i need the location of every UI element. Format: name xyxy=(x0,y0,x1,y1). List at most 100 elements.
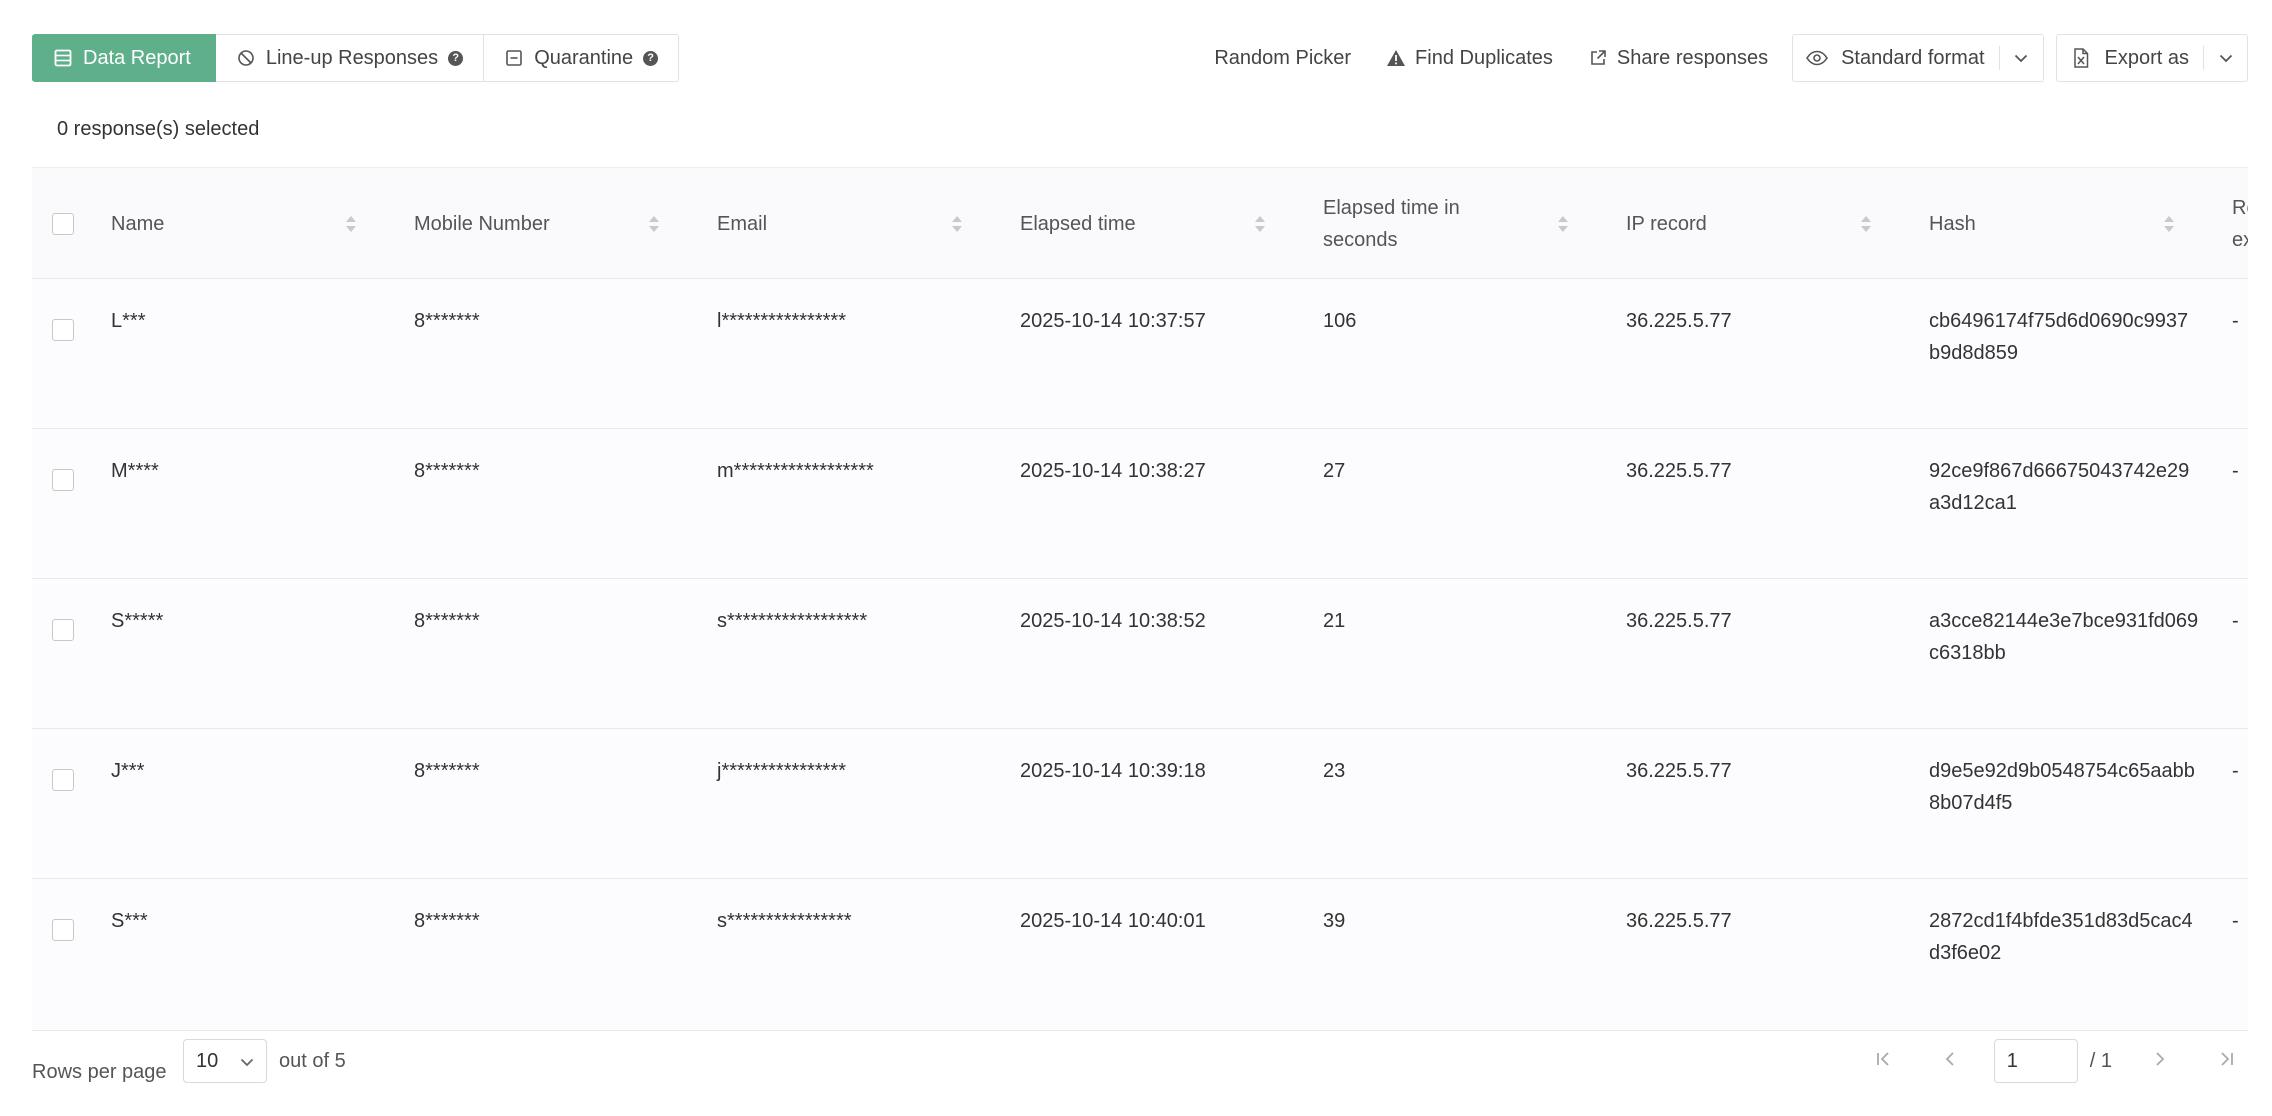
tab-label: Quarantine xyxy=(534,46,634,69)
table-icon xyxy=(53,48,73,68)
cell-elapsed-time: 2025-10-14 10:40:01 xyxy=(1020,910,1206,932)
toolbar-actions: Random Picker Find Duplicates Share resp… xyxy=(1180,34,2248,82)
cell-name: M**** xyxy=(111,460,159,482)
cell-mobile: 8******* xyxy=(414,310,480,332)
cell-email: s**************** xyxy=(717,910,852,932)
cell-ip-record: 36.225.5.77 xyxy=(1626,760,1732,782)
cell-elapsed-seconds: 23 xyxy=(1323,760,1346,782)
sort-icon[interactable] xyxy=(1860,215,1872,233)
format-value: Standard format xyxy=(1841,46,1985,69)
sort-icon[interactable] xyxy=(2163,215,2175,233)
chevron-down-icon xyxy=(1998,46,2043,70)
cell-hash: cb6496174f75d6d0690c9937b9d8d859 xyxy=(1929,310,2189,364)
cell-name: L*** xyxy=(111,310,146,332)
ban-icon xyxy=(236,48,256,68)
column-header-elapsed-time[interactable]: Elapsed time xyxy=(1020,168,1280,280)
rows-per-page-label: Rows per page xyxy=(32,1061,167,1083)
sort-icon[interactable] xyxy=(1557,215,1569,233)
help-icon[interactable]: ? xyxy=(448,50,464,66)
cell-hash: d9e5e92d9b0548754c65aabb8b07d4f5 xyxy=(1929,760,2195,814)
eye-icon xyxy=(1805,47,1829,69)
column-header-email[interactable]: Email xyxy=(717,168,977,280)
column-header-truncated[interactable]: Re ex xyxy=(2232,168,2248,280)
find-duplicates-button[interactable]: Find Duplicates xyxy=(1385,47,1553,70)
table-row[interactable]: L*** 8******* l**************** 2025-10-… xyxy=(32,279,2248,429)
random-picker-label: Random Picker xyxy=(1214,46,1352,69)
view-tabs: Data Report Line-up Responses ? Quaranti… xyxy=(32,34,680,82)
cell-mobile: 8******* xyxy=(414,760,480,782)
cell-ip-record: 36.225.5.77 xyxy=(1626,910,1732,932)
share-responses-label: Share responses xyxy=(1616,46,1769,69)
column-header-ip-record[interactable]: IP record xyxy=(1626,168,1886,280)
cell-extra: - xyxy=(2232,460,2239,482)
chevron-left-icon xyxy=(1941,1050,1959,1073)
responses-table: Name Mobile Number Email Elapsed time El… xyxy=(32,167,2248,1030)
row-checkbox[interactable] xyxy=(52,919,74,941)
cell-ip-record: 36.225.5.77 xyxy=(1626,310,1732,332)
cell-ip-record: 36.225.5.77 xyxy=(1626,460,1732,482)
row-checkbox[interactable] xyxy=(52,769,74,791)
random-picker-button[interactable]: Random Picker xyxy=(1214,47,1351,70)
selected-count: 0 response(s) selected xyxy=(57,118,260,140)
table-row[interactable]: S***** 8******* s****************** 2025… xyxy=(32,579,2248,729)
warning-icon xyxy=(1385,47,1407,69)
select-all-checkbox[interactable] xyxy=(52,213,74,235)
format-dropdown[interactable]: Standard format xyxy=(1792,34,2044,82)
share-responses-button[interactable]: Share responses xyxy=(1587,47,1768,70)
sort-icon[interactable] xyxy=(1254,215,1266,233)
cell-extra: - xyxy=(2232,760,2239,782)
column-header-name[interactable]: Name xyxy=(111,168,371,280)
pagination-bar: Rows per page 10 out of 5 / 1 xyxy=(32,1030,2248,1116)
cell-hash: 2872cd1f4bfde351d83d5cac4d3f6e02 xyxy=(1929,910,2193,964)
cell-name: S***** xyxy=(111,610,164,632)
minus-square-icon xyxy=(504,48,524,68)
cell-hash: a3cce82144e3e7bce931fd069c6318bb xyxy=(1929,610,2199,664)
table-header: Name Mobile Number Email Elapsed time El… xyxy=(32,167,2248,279)
last-page-icon xyxy=(2217,1050,2235,1073)
cell-extra: - xyxy=(2232,910,2239,932)
column-header-elapsed-seconds[interactable]: Elapsed time in seconds xyxy=(1323,168,1513,280)
row-checkbox[interactable] xyxy=(52,319,74,341)
last-page-button[interactable] xyxy=(2204,1039,2248,1083)
cell-extra: - xyxy=(2232,310,2239,332)
row-checkbox[interactable] xyxy=(52,469,74,491)
toolbar: Data Report Line-up Responses ? Quaranti… xyxy=(32,34,2248,82)
sort-icon[interactable] xyxy=(648,215,660,233)
help-icon[interactable]: ? xyxy=(643,50,659,66)
cell-mobile: 8******* xyxy=(414,460,480,482)
cell-name: J*** xyxy=(111,760,145,782)
tab-quarantine[interactable]: Quarantine ? xyxy=(484,34,680,82)
export-label: Export as xyxy=(2104,46,2189,69)
chevron-down-icon xyxy=(240,1050,254,1073)
cell-email: m****************** xyxy=(717,460,874,482)
cell-elapsed-seconds: 27 xyxy=(1323,460,1346,482)
column-header-hash[interactable]: Hash xyxy=(1929,168,2189,280)
cell-email: j**************** xyxy=(717,760,846,782)
table-row[interactable]: J*** 8******* j**************** 2025-10-… xyxy=(32,729,2248,879)
cell-elapsed-time: 2025-10-14 10:39:18 xyxy=(1020,760,1206,782)
export-dropdown[interactable]: Export as xyxy=(2055,34,2248,82)
column-header-mobile[interactable]: Mobile Number xyxy=(414,168,674,280)
excel-file-icon xyxy=(2069,47,2093,69)
cell-mobile: 8******* xyxy=(414,910,480,932)
tab-label: Line-up Responses xyxy=(265,46,439,69)
next-page-button[interactable] xyxy=(2138,1039,2182,1083)
row-checkbox[interactable] xyxy=(52,619,74,641)
cell-ip-record: 36.225.5.77 xyxy=(1626,610,1732,632)
cell-mobile: 8******* xyxy=(414,610,480,632)
prev-page-button[interactable] xyxy=(1928,1039,1972,1083)
tab-data-report[interactable]: Data Report xyxy=(32,34,216,82)
table-row[interactable]: S*** 8******* s**************** 2025-10-… xyxy=(32,879,2248,1029)
pager: / 1 xyxy=(1862,1039,2248,1083)
sort-icon[interactable] xyxy=(951,215,963,233)
sort-icon[interactable] xyxy=(345,215,357,233)
page-number-input[interactable] xyxy=(1993,1039,2078,1083)
page-total: / 1 xyxy=(2089,1049,2112,1072)
rows-per-page-select[interactable]: 10 xyxy=(183,1039,267,1083)
cell-elapsed-seconds: 106 xyxy=(1323,310,1357,332)
first-page-button[interactable] xyxy=(1862,1039,1906,1083)
tab-label: Data Report xyxy=(83,46,191,69)
tab-line-up-responses[interactable]: Line-up Responses ? xyxy=(215,34,485,82)
table-row[interactable]: M**** 8******* m****************** 2025-… xyxy=(32,429,2248,579)
chevron-down-icon xyxy=(2203,46,2247,70)
